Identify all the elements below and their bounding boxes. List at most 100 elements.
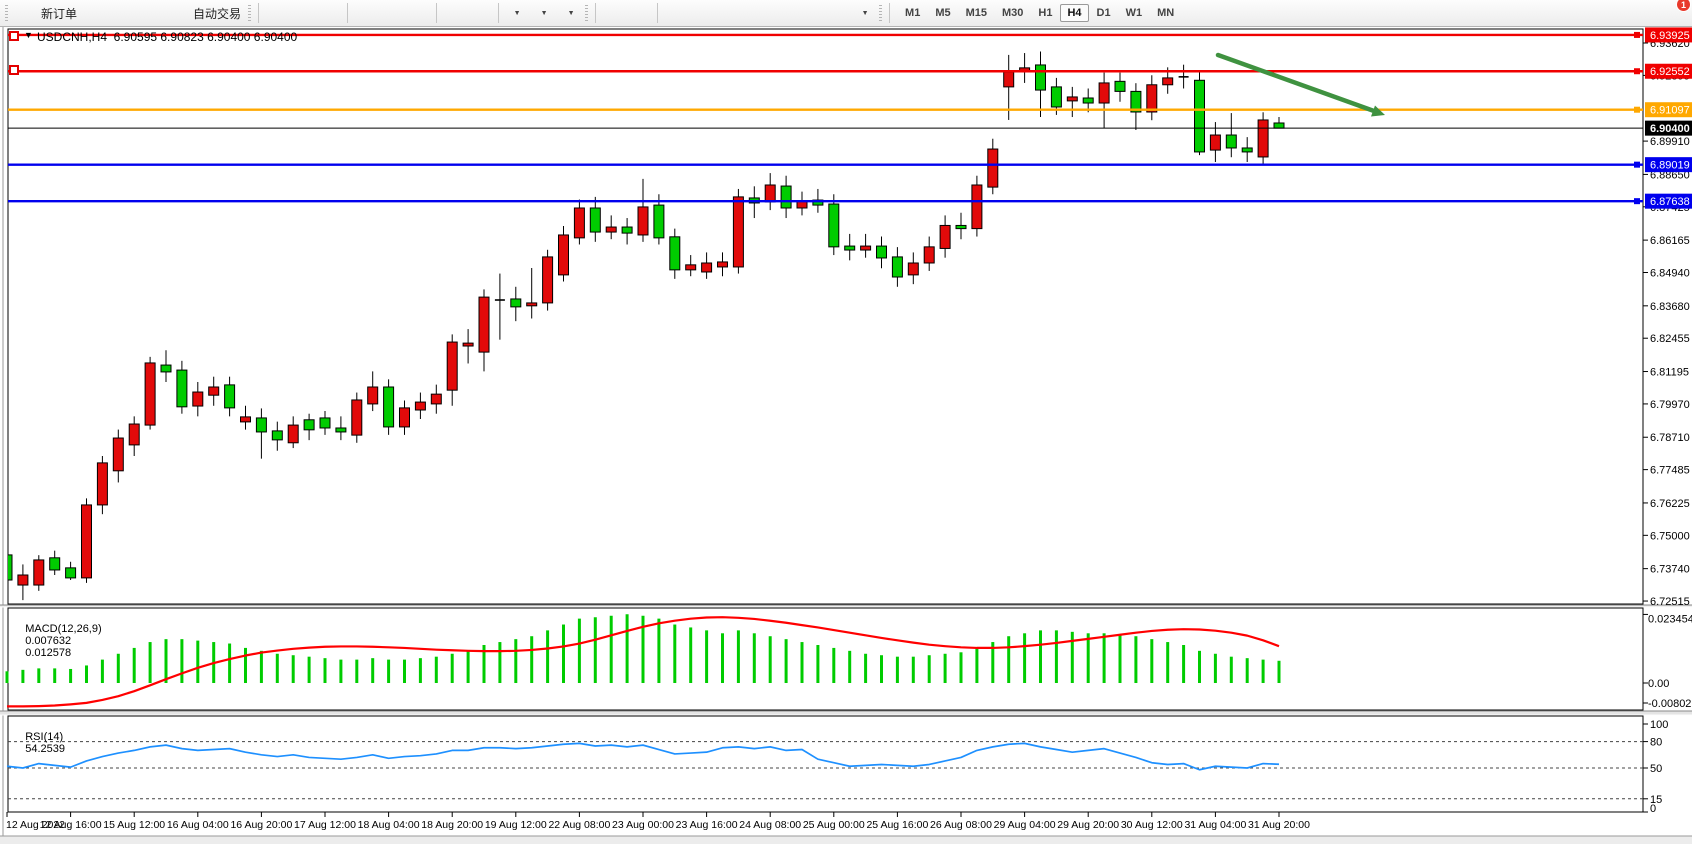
line-chart-type-button[interactable]	[317, 2, 343, 24]
svg-text:6.92552: 6.92552	[1650, 66, 1690, 78]
cursor-tool-button[interactable]	[600, 2, 626, 24]
svg-text:25 Aug 16:00: 25 Aug 16:00	[866, 819, 928, 831]
chevron-down-icon: ▼	[862, 10, 869, 17]
market-watch-button[interactable]	[83, 2, 109, 24]
svg-text:6.72515: 6.72515	[1650, 596, 1690, 608]
svg-text:31 Aug 04:00: 31 Aug 04:00	[1184, 819, 1246, 831]
rsi-value: 54.2539	[25, 743, 65, 755]
toolbar-separator	[347, 3, 348, 23]
main-toolbar: 新订单 自动交易	[0, 0, 1692, 27]
toolbar-separator	[595, 3, 596, 23]
timeframe-m5[interactable]: M5	[928, 4, 957, 22]
svg-text:6.73740: 6.73740	[1650, 564, 1690, 576]
new-order-button[interactable]	[12, 2, 38, 24]
svg-text:23 Aug 00:00: 23 Aug 00:00	[612, 819, 674, 831]
svg-text:25 Aug 00:00: 25 Aug 00:00	[803, 819, 865, 831]
svg-text:29 Aug 20:00: 29 Aug 20:00	[1057, 819, 1119, 831]
svg-text:16 Aug 20:00: 16 Aug 20:00	[230, 819, 292, 831]
chevron-down-icon: ▼	[568, 10, 575, 17]
mt4-window: 新订单 自动交易	[0, 0, 1692, 844]
time-axis	[7, 812, 1279, 817]
macd-value-main: 0.007632	[25, 635, 71, 647]
timeframe-d1[interactable]: D1	[1090, 4, 1118, 22]
svg-text:0.00: 0.00	[1648, 678, 1669, 690]
svg-text:6.79970: 6.79970	[1650, 399, 1690, 411]
crosshair-tool-button[interactable]	[627, 2, 653, 24]
toolbar-grip[interactable]	[248, 5, 251, 21]
svg-text:31 Aug 20:00: 31 Aug 20:00	[1248, 819, 1310, 831]
toolbar-separator	[657, 3, 658, 23]
toolbar-grip[interactable]	[585, 5, 588, 21]
auto-scroll-button[interactable]	[441, 2, 467, 24]
hline-handle[interactable]	[9, 65, 19, 75]
svg-text:6.87638: 6.87638	[1650, 196, 1690, 208]
timeframe-w1[interactable]: W1	[1119, 4, 1150, 22]
fibonacci-tool-button[interactable]: E	[743, 2, 769, 24]
label-tool-button[interactable]: T	[824, 2, 850, 24]
timeframe-m1[interactable]: M1	[898, 4, 927, 22]
profile-button[interactable]	[110, 2, 136, 24]
text-tool-button[interactable]: A	[797, 2, 823, 24]
timeframe-h4[interactable]: H4	[1060, 4, 1088, 22]
macd-name: MACD(12,26,9)	[25, 623, 101, 635]
indicators-button[interactable]: ▼	[503, 2, 529, 24]
rsi-name: RSI(14)	[25, 731, 63, 743]
candlestick-type-button[interactable]	[290, 2, 316, 24]
hline-handle[interactable]	[9, 31, 19, 41]
svg-text:6.86165: 6.86165	[1650, 235, 1690, 247]
zoom-out-button[interactable]	[379, 2, 405, 24]
svg-text:22 Aug 08:00: 22 Aug 08:00	[548, 819, 610, 831]
svg-text:29 Aug 04:00: 29 Aug 04:00	[994, 819, 1056, 831]
toolbar-grip[interactable]	[879, 5, 882, 21]
search-button[interactable]	[1628, 2, 1654, 24]
timeframe-mn[interactable]: MN	[1150, 4, 1181, 22]
chart-area[interactable]: 6.936206.923956.899106.886506.874256.861…	[0, 27, 1692, 844]
svg-text:0.023454: 0.023454	[1648, 613, 1692, 625]
chart-shift-button[interactable]	[468, 2, 494, 24]
svg-text:100: 100	[1650, 719, 1668, 731]
templates-button[interactable]: ▼	[557, 2, 583, 24]
svg-text:6.83680: 6.83680	[1650, 301, 1690, 313]
zoom-in-button[interactable]	[352, 2, 378, 24]
arrows-tool-button[interactable]: ▼	[851, 2, 877, 24]
horizontal-line-tool-button[interactable]	[689, 2, 715, 24]
svg-text:6.89910: 6.89910	[1650, 136, 1690, 148]
chevron-down-icon: ▼	[514, 10, 521, 17]
new-order-label[interactable]: 新订单	[39, 5, 82, 22]
timeframe-h1[interactable]: H1	[1031, 4, 1059, 22]
svg-text:23 Aug 16:00: 23 Aug 16:00	[676, 819, 738, 831]
channel-tool-button[interactable]: F	[770, 2, 796, 24]
svg-text:6.75000: 6.75000	[1650, 530, 1690, 542]
toolbar-separator	[258, 3, 259, 23]
svg-text:15 Aug 12:00: 15 Aug 12:00	[103, 819, 165, 831]
svg-text:6.91097: 6.91097	[1650, 105, 1690, 117]
rsi-label: RSI(14) 54.2539	[13, 719, 65, 767]
svg-text:30 Aug 12:00: 30 Aug 12:00	[1121, 819, 1183, 831]
svg-text:6.82455: 6.82455	[1650, 333, 1690, 345]
bar-chart-type-button[interactable]	[263, 2, 289, 24]
toolbar-separator	[436, 3, 437, 23]
periods-button[interactable]: ▼	[530, 2, 556, 24]
timeframe-m15[interactable]: M15	[959, 4, 994, 22]
auto-trading-button[interactable]	[164, 2, 190, 24]
svg-text:6.84940: 6.84940	[1650, 268, 1690, 280]
svg-text:6.81195: 6.81195	[1650, 367, 1689, 379]
svg-text:24 Aug 08:00: 24 Aug 08:00	[739, 819, 801, 831]
svg-text:18 Aug 04:00: 18 Aug 04:00	[358, 819, 420, 831]
chart-title: USDCNH,H4 6.90595 6.90823 6.90400 6.9040…	[37, 30, 297, 44]
trendline-tool-button[interactable]	[716, 2, 742, 24]
svg-text:6.89019: 6.89019	[1650, 160, 1690, 172]
signals-button[interactable]	[137, 2, 163, 24]
macd-value-signal: 0.012578	[25, 647, 71, 659]
svg-text:16 Aug 04:00: 16 Aug 04:00	[167, 819, 229, 831]
vertical-line-tool-button[interactable]	[662, 2, 688, 24]
auto-trading-label[interactable]: 自动交易	[191, 5, 246, 22]
toolbar-grip[interactable]	[5, 5, 8, 21]
tile-windows-button[interactable]	[406, 2, 432, 24]
notifications-button[interactable]: 1	[1660, 2, 1686, 24]
chevron-down-icon: ▼	[541, 10, 548, 17]
timeframe-m30[interactable]: M30	[995, 4, 1030, 22]
svg-text:19 Aug 12:00: 19 Aug 12:00	[485, 819, 547, 831]
timeframe-bar: M1M5M15M30H1H4D1W1MN	[898, 4, 1181, 22]
svg-text:0: 0	[1650, 803, 1656, 815]
